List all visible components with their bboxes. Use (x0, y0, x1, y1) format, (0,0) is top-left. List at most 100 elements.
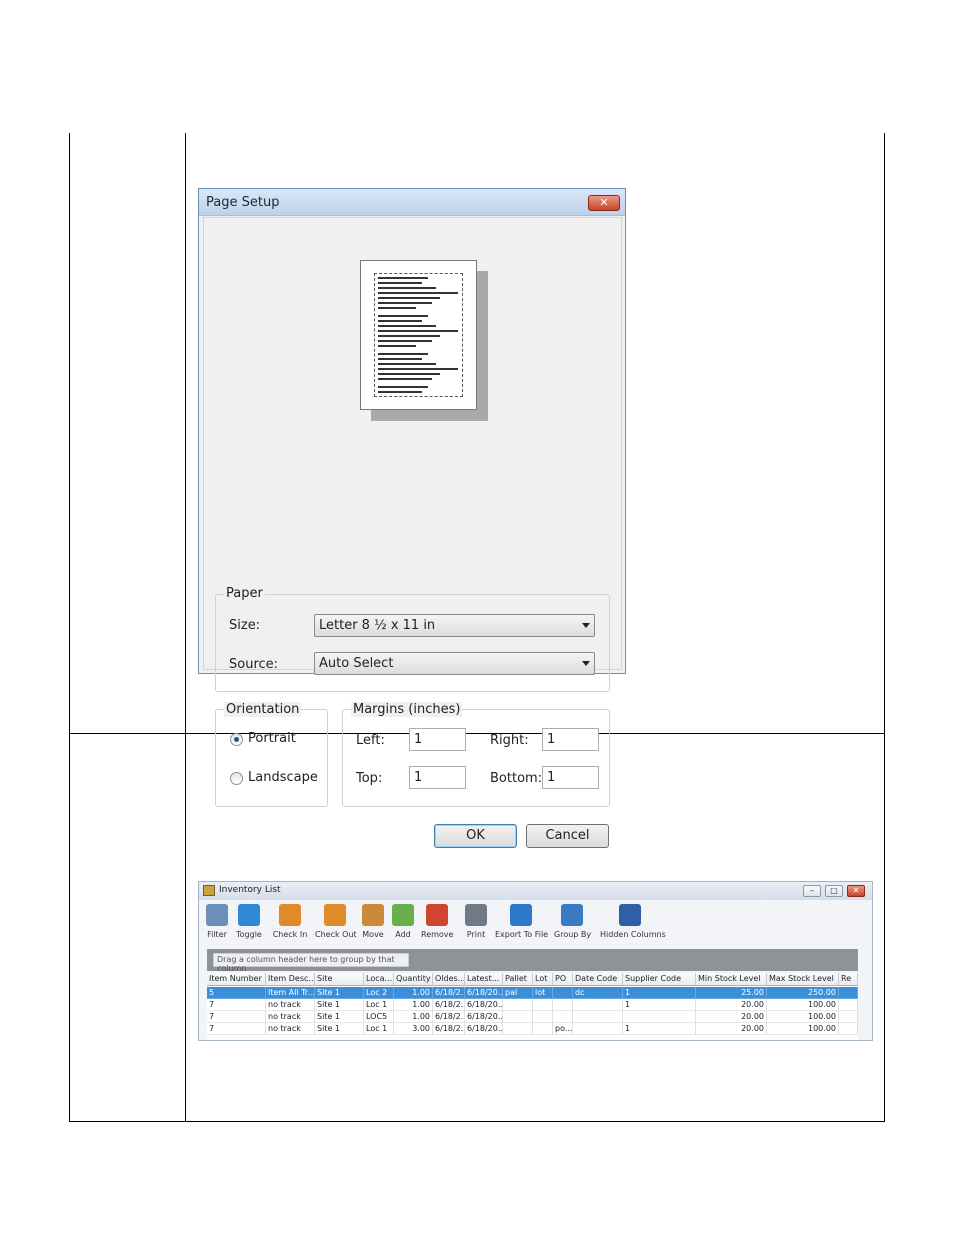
toolbar-add-button[interactable]: Add (392, 904, 414, 940)
landscape-label[interactable]: Landscape (248, 770, 318, 785)
table-cell: Loc 2 (364, 987, 394, 999)
column-header[interactable]: PO (553, 973, 573, 986)
table-border-left-outer (69, 133, 70, 1122)
landscape-radio[interactable] (230, 772, 243, 785)
bottom-margin-input[interactable]: 1 (542, 766, 599, 789)
table-cell: 100.00 (767, 1023, 839, 1035)
inventory-title-bar[interactable]: Inventory List – □ ✕ (199, 882, 872, 900)
toolbar-filter-button[interactable]: Filter (206, 904, 228, 940)
toolbar-toggle-button[interactable]: Toggle (235, 904, 263, 940)
column-header[interactable]: Min Stock Level (696, 973, 767, 986)
table-cell: 20.00 (696, 1011, 767, 1023)
column-header[interactable]: Re (839, 973, 858, 986)
remove-icon (426, 904, 448, 926)
table-cell: no track (266, 1023, 315, 1035)
column-header[interactable]: Site (315, 973, 364, 986)
table-cell: 5 (207, 987, 266, 999)
ok-button[interactable]: OK (434, 824, 517, 848)
table-cell (839, 999, 858, 1011)
export-icon (510, 904, 532, 926)
table-cell: 250.00 (767, 987, 839, 999)
table-cell (573, 1023, 623, 1035)
table-cell (623, 1011, 696, 1023)
paper-size-select[interactable]: Letter 8 ½ x 11 in (314, 614, 595, 637)
table-border-divider (185, 133, 186, 1122)
maximize-icon[interactable]: □ (825, 885, 843, 897)
column-header[interactable]: Supplier Code (623, 973, 696, 986)
table-cell: LOC5 (364, 1011, 394, 1023)
preview-text-line (378, 297, 440, 299)
margins-group (342, 709, 610, 807)
column-header[interactable]: Date Code (573, 973, 623, 986)
toolbar-remove-button[interactable]: Remove (421, 904, 453, 940)
toolbar-hidden-columns-button[interactable]: Hidden Columns (600, 904, 666, 940)
table-cell: 6/18/20... (465, 1023, 503, 1035)
table-cell (839, 1011, 858, 1023)
preview-text-line (378, 363, 436, 365)
chevron-down-icon (582, 623, 590, 628)
preview-text-line (378, 358, 422, 360)
table-row[interactable]: 7no trackSite 1Loc 13.006/18/2...6/18/20… (207, 1023, 858, 1035)
table-row[interactable]: 7no trackSite 1LOC51.006/18/2...6/18/20.… (207, 1011, 858, 1023)
toolbar-check-out-button[interactable]: Check Out (315, 904, 357, 940)
bottom-margin-label: Bottom: (490, 771, 543, 786)
size-label: Size: (229, 618, 261, 633)
column-header[interactable]: Lot (533, 973, 553, 986)
table-cell: 1.00 (394, 1011, 433, 1023)
toolbar-label: Group By (554, 930, 592, 939)
toolbar-label: Print (466, 930, 486, 939)
close-icon[interactable]: ✕ (588, 195, 620, 211)
cancel-button[interactable]: Cancel (526, 824, 609, 848)
toolbar-export-to-file-button[interactable]: Export To File (495, 904, 549, 940)
table-cell: 100.00 (767, 999, 839, 1011)
toolbar-label: Export To File (495, 930, 549, 939)
group-by-panel[interactable]: Drag a column header here to group by th… (207, 949, 858, 973)
table-cell (503, 999, 533, 1011)
table-cell: Site 1 (315, 1011, 364, 1023)
column-header[interactable]: Item Desc... (266, 973, 315, 986)
table-cell: 20.00 (696, 1023, 767, 1035)
table-cell: 6/18/2... (433, 1023, 465, 1035)
preview-text-line (378, 315, 428, 317)
top-margin-input[interactable]: 1 (409, 766, 466, 789)
preview-text-line (378, 292, 458, 294)
page-setup-dialog: Page Setup ✕ Paper Size: Letter 8 ½ x 11… (198, 188, 626, 848)
move-icon (362, 904, 384, 926)
column-header[interactable]: Latest... (465, 973, 503, 986)
column-header[interactable]: Oldes... (433, 973, 465, 986)
column-header[interactable]: Quantity (394, 973, 433, 986)
column-header[interactable]: Item Number (207, 973, 266, 986)
column-header[interactable]: Max Stock Level (767, 973, 839, 986)
hidden-columns-icon (619, 904, 641, 926)
left-margin-label: Left: (356, 733, 385, 748)
table-cell: pal (503, 987, 533, 999)
table-cell: 6/18/20... (465, 1011, 503, 1023)
portrait-label[interactable]: Portrait (248, 731, 296, 746)
left-margin-input[interactable]: 1 (409, 728, 466, 751)
table-cell: 7 (207, 1011, 266, 1023)
toolbar-print-button[interactable]: Print (465, 904, 487, 940)
column-header[interactable]: Pallet (503, 973, 533, 986)
preview-text-line (378, 391, 422, 393)
table-row[interactable]: 7no trackSite 1Loc 11.006/18/2...6/18/20… (207, 999, 858, 1011)
close-icon[interactable]: ✕ (847, 885, 865, 897)
toolbar-check-in-button[interactable]: Check In (272, 904, 308, 940)
table-cell: po... (553, 1023, 573, 1035)
preview-text-line (378, 368, 458, 370)
toolbar-move-button[interactable]: Move (361, 904, 385, 940)
paper-source-select[interactable]: Auto Select (314, 652, 595, 675)
toolbar-group-by-button[interactable]: Group By (554, 904, 592, 940)
table-cell: Site 1 (315, 999, 364, 1011)
table-cell: 7 (207, 1023, 266, 1035)
table-row[interactable]: 5Item All Tr...Site 1Loc 21.006/18/2...6… (207, 987, 858, 999)
right-margin-input[interactable]: 1 (542, 728, 599, 751)
page-preview-margins (374, 273, 463, 397)
column-header[interactable]: Loca... (364, 973, 394, 986)
paper-source-value: Auto Select (319, 656, 394, 671)
page-preview (360, 260, 477, 410)
dialog-title-bar[interactable]: Page Setup ✕ (199, 189, 625, 216)
preview-text-line (378, 287, 436, 289)
minimize-icon[interactable]: – (803, 885, 821, 897)
portrait-radio[interactable] (230, 733, 243, 746)
table-cell: Loc 1 (364, 1023, 394, 1035)
